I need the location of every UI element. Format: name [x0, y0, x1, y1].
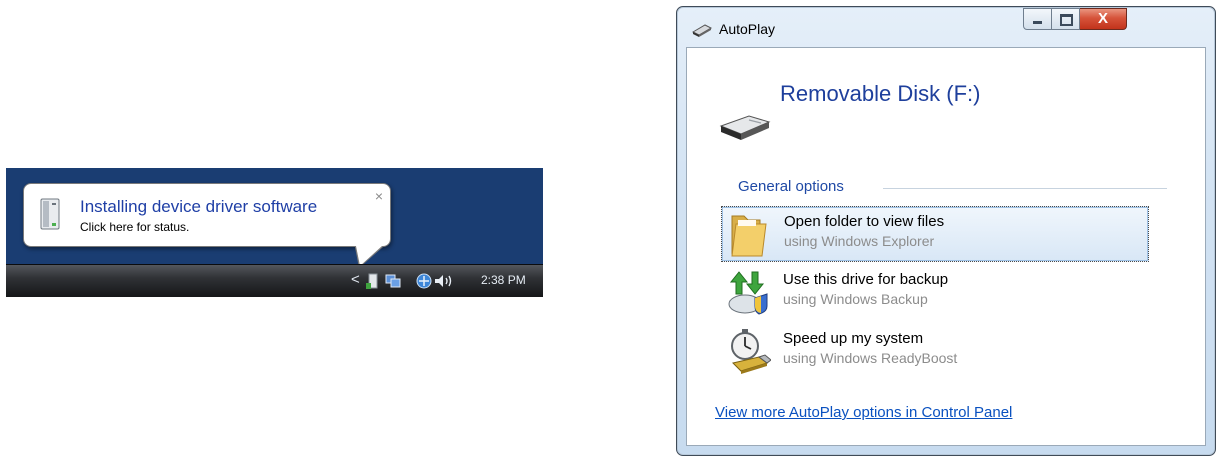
- option-open-folder[interactable]: Open folder to view files using Windows …: [721, 206, 1149, 262]
- volume-icon[interactable]: [433, 272, 455, 290]
- window-title: AutoPlay: [719, 21, 776, 37]
- caption-buttons: X: [1023, 8, 1127, 30]
- minimize-button[interactable]: [1023, 8, 1052, 30]
- removable-drive-icon: [691, 24, 713, 37]
- close-button[interactable]: X: [1080, 8, 1127, 30]
- readyboost-icon: [731, 329, 771, 374]
- removable-disk-icon: [719, 115, 771, 140]
- desktop-taskbar-area: Installing device driver software Click …: [6, 168, 543, 297]
- option-backup[interactable]: Use this drive for backup using Windows …: [721, 265, 1147, 319]
- device-name: Removable Disk (F:): [780, 81, 981, 106]
- group-divider: [883, 188, 1167, 189]
- network-icon[interactable]: [384, 272, 402, 290]
- connection-icon[interactable]: [415, 272, 433, 290]
- notification-balloon[interactable]: Installing device driver software Click …: [23, 183, 391, 268]
- balloon-title[interactable]: Installing device driver software: [80, 197, 317, 217]
- balloon-status-text[interactable]: Click here for status.: [80, 220, 189, 234]
- device-installing-icon[interactable]: [364, 272, 382, 290]
- folder-icon: [731, 215, 767, 257]
- device-driver-icon: [40, 198, 60, 230]
- option-title: Use this drive for backup: [783, 271, 949, 288]
- backup-icon: [728, 271, 768, 315]
- option-subtitle: using Windows ReadyBoost: [783, 350, 958, 366]
- group-heading: General options: [738, 178, 844, 195]
- option-subtitle: using Windows Explorer: [784, 233, 935, 249]
- close-icon: X: [1097, 10, 1108, 27]
- control-panel-link[interactable]: View more AutoPlay options in Control Pa…: [715, 404, 1012, 421]
- balloon-tail: [356, 246, 382, 266]
- clock-time[interactable]: 2:38 PM: [481, 273, 526, 287]
- option-subtitle: using Windows Backup: [783, 291, 928, 307]
- autoplay-window: AutoPlay X Removable Disk (F:) General o…: [676, 6, 1216, 456]
- title-bar[interactable]: AutoPlay X: [677, 7, 1215, 47]
- option-title: Speed up my system: [783, 330, 924, 347]
- taskbar: < 2:38 PM: [6, 264, 543, 297]
- option-readyboost[interactable]: Speed up my system using Windows ReadyBo…: [721, 324, 1147, 378]
- maximize-button[interactable]: [1052, 8, 1080, 30]
- show-hidden-icons-chevron[interactable]: <: [351, 271, 360, 288]
- balloon-close-button[interactable]: ×: [375, 188, 383, 204]
- dialog-content: Removable Disk (F:) General options Open…: [686, 47, 1206, 446]
- option-title: Open folder to view files: [784, 213, 945, 230]
